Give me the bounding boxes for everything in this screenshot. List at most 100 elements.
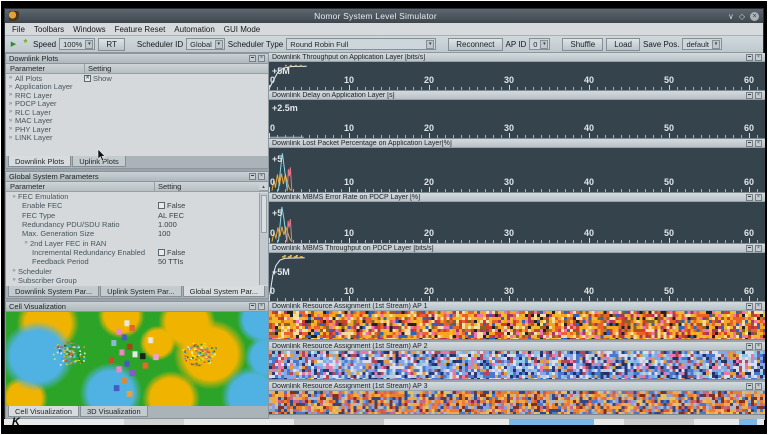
vertical-scrollbar[interactable] — [259, 193, 268, 285]
table-row[interactable]: »RRC Layer — [6, 91, 268, 100]
dock-close-icon[interactable]: × — [755, 343, 762, 350]
dock-close-icon[interactable]: × — [755, 194, 762, 201]
taskbar-item[interactable] — [624, 419, 694, 425]
param-value: False — [167, 248, 185, 257]
expander-icon[interactable]: » — [6, 118, 15, 124]
expander-icon[interactable]: » — [6, 135, 15, 141]
dock-close-icon[interactable]: × — [258, 55, 265, 62]
dock-float-icon[interactable] — [746, 245, 753, 252]
column-setting[interactable]: Setting — [85, 64, 111, 73]
plot-titlebar: Downlink Delay on Application Layer [s] … — [269, 91, 765, 100]
expander-icon[interactable]: » — [6, 126, 15, 132]
param-row[interactable]: Max. Generation Size100 — [6, 229, 268, 238]
dock-float-icon[interactable] — [746, 194, 753, 201]
menu-item-automation[interactable]: Automation — [170, 24, 218, 35]
global-params-title: Global System Parameters — [9, 172, 249, 181]
menu-item-toolbars[interactable]: Toolbars — [30, 24, 68, 35]
expander-icon[interactable]: » — [6, 109, 15, 115]
x-tick-mark — [429, 187, 430, 192]
dock-close-icon[interactable]: × — [755, 245, 762, 252]
expander-icon[interactable]: » — [6, 101, 15, 107]
expander-icon[interactable]: » — [10, 268, 18, 274]
plot-mbms-throughput: Downlink MBMS Throughput on PDCP Layer [… — [269, 244, 765, 302]
tab-downlink-system-par[interactable]: Downlink System Par... — [8, 286, 99, 297]
tab-3d-visualization[interactable]: 3D Visualization — [80, 406, 148, 417]
close-icon[interactable]: × — [750, 12, 759, 21]
param-row[interactable]: Redundancy PDU/SDU Ratio1.000 — [6, 220, 268, 229]
param-row[interactable]: Incremental Redundancy EnabledFalse — [6, 248, 268, 257]
dock-close-icon[interactable]: × — [755, 303, 762, 310]
dock-float-icon[interactable] — [746, 343, 753, 350]
dock-close-icon[interactable]: × — [755, 383, 762, 390]
param-row[interactable]: »Subscriber Group — [6, 276, 268, 285]
checkbox-checked[interactable]: ✕ — [84, 75, 91, 82]
param-row[interactable]: »FEC Emulation — [6, 192, 268, 201]
dock-float-icon[interactable] — [249, 55, 256, 62]
ap-id-spinner[interactable]: 0 ▾ — [529, 38, 550, 50]
dock-float-icon[interactable] — [746, 54, 753, 61]
dock-close-icon[interactable]: × — [258, 303, 265, 310]
menu-item-gui-mode[interactable]: GUI Mode — [220, 24, 264, 35]
shuffle-button[interactable]: Shuffle — [562, 38, 603, 51]
scheduler-type-select[interactable]: Round Robin Full ▾ — [286, 38, 436, 50]
param-row[interactable]: FEC TypeAL FEC — [6, 211, 268, 220]
tab-downlink-plots[interactable]: Downlink Plots — [8, 156, 71, 167]
param-row[interactable]: »Scheduler — [6, 266, 268, 275]
taskbar-item[interactable] — [509, 419, 594, 425]
expander-icon[interactable]: » — [10, 277, 18, 283]
cell-viz-titlebar: Cell Visualization × — [6, 302, 268, 312]
rt-button[interactable]: RT — [98, 38, 125, 51]
column-parameter[interactable]: Parameter — [6, 64, 84, 73]
scheduler-id-select[interactable]: Global ▾ — [186, 38, 225, 50]
run-icon[interactable]: ▶ — [9, 41, 18, 48]
expander-icon[interactable]: » — [6, 84, 15, 90]
table-row[interactable]: »LINK Layer — [6, 134, 268, 143]
load-button[interactable]: Load — [606, 38, 640, 51]
dock-close-icon[interactable]: × — [755, 140, 762, 147]
table-row[interactable]: »MAC Layer — [6, 117, 268, 126]
column-setting[interactable]: Setting — [155, 182, 259, 191]
tab-uplink-system-par[interactable]: Uplink System Par... — [100, 286, 182, 297]
reconnect-button[interactable]: Reconnect — [448, 38, 502, 51]
scroll-up-icon[interactable]: ▴ — [259, 183, 268, 191]
menu-item-file[interactable]: File — [8, 24, 29, 35]
expander-icon[interactable]: » — [22, 240, 30, 246]
dock-close-icon[interactable]: × — [755, 92, 762, 99]
tab-global-system-par[interactable]: Global System Par... — [183, 286, 265, 297]
table-row[interactable]: » All Plots ✕ Show — [6, 74, 268, 83]
table-row[interactable]: »PDCP Layer — [6, 100, 268, 109]
resource-grid — [269, 391, 765, 414]
column-parameter[interactable]: Parameter — [6, 182, 154, 191]
dock-float-icon[interactable] — [249, 303, 256, 310]
param-row[interactable]: Feedback Period50 TTIs — [6, 257, 268, 266]
table-row[interactable]: »Application Layer — [6, 83, 268, 92]
menu-item-feature-reset[interactable]: Feature Reset — [111, 24, 170, 35]
menu-item-windows[interactable]: Windows — [69, 24, 109, 35]
param-row[interactable]: Enable FECFalse — [6, 201, 268, 210]
expander-icon[interactable]: » — [6, 75, 15, 81]
table-row[interactable]: »RLC Layer — [6, 108, 268, 117]
speed-select[interactable]: 100% ▾ — [59, 38, 95, 50]
dock-close-icon[interactable]: × — [755, 54, 762, 61]
maximize-icon[interactable]: ◇ — [739, 12, 745, 21]
param-row[interactable]: »2nd Layer FEC in RAN — [6, 238, 268, 247]
checkbox-unchecked[interactable] — [158, 202, 165, 209]
dock-float-icon[interactable] — [746, 92, 753, 99]
save-pos-select[interactable]: default ▾ — [682, 38, 722, 50]
taskbar-item[interactable] — [294, 419, 384, 425]
expander-icon[interactable]: » — [6, 92, 15, 98]
y-axis-label: +5 — [272, 208, 282, 218]
dock-close-icon[interactable]: × — [258, 173, 265, 180]
minimize-icon[interactable]: ∨ — [728, 12, 734, 21]
expander-icon[interactable]: » — [10, 194, 18, 200]
scrollbar-thumb[interactable] — [261, 195, 267, 233]
table-row[interactable]: »PHY Layer — [6, 125, 268, 134]
dock-float-icon[interactable] — [249, 173, 256, 180]
dock-float-icon[interactable] — [746, 303, 753, 310]
dock-float-icon[interactable] — [746, 140, 753, 147]
taskbar-item[interactable] — [739, 419, 757, 425]
checkbox-unchecked[interactable] — [158, 249, 165, 256]
step-icon[interactable]: * — [21, 39, 30, 49]
taskbar-item[interactable] — [124, 419, 184, 425]
dock-float-icon[interactable] — [746, 383, 753, 390]
